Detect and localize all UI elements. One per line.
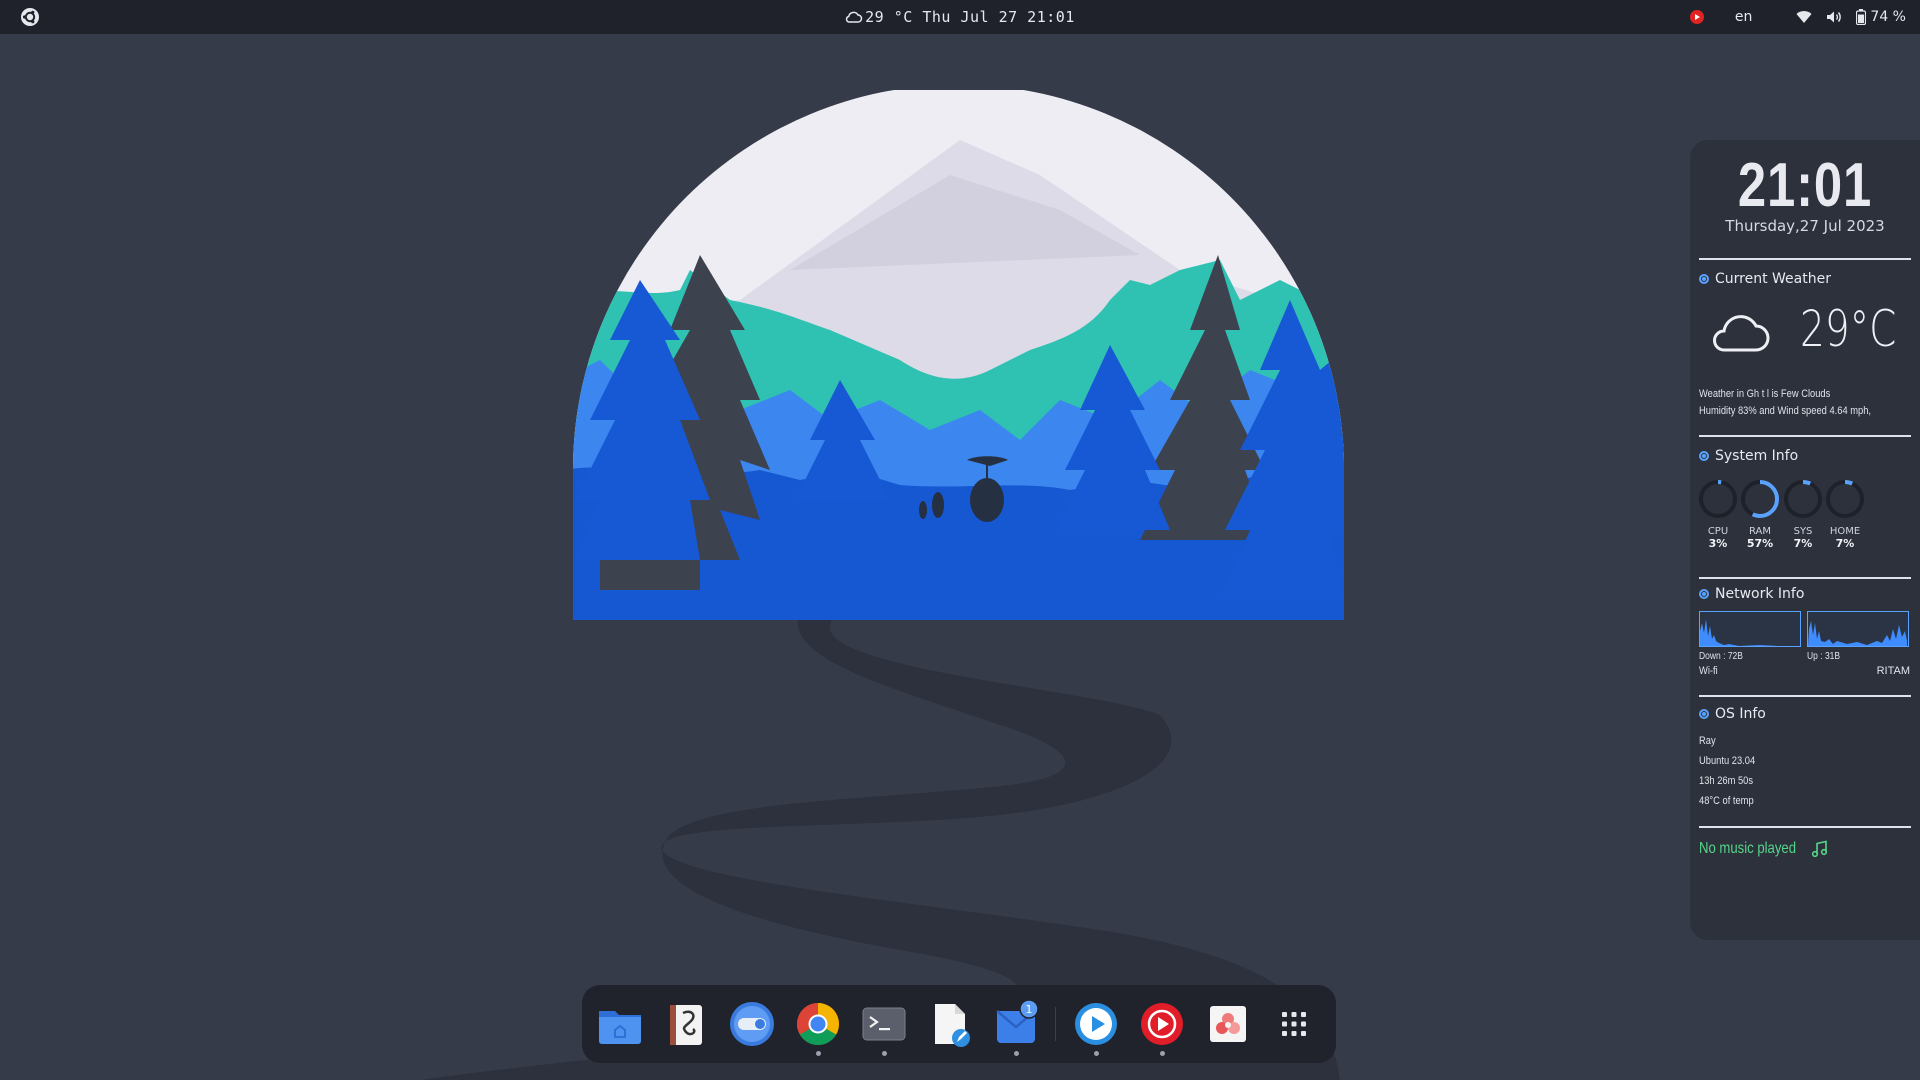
weather-humidity-wind: Humidity 83% and Wind speed 4.64 mph,	[1699, 405, 1872, 417]
ring-label: HOME	[1829, 526, 1861, 537]
chrome-browser-icon[interactable]	[793, 999, 843, 1049]
system-section-header: System Info	[1699, 448, 1798, 464]
divider	[1699, 826, 1911, 828]
download-graph	[1699, 611, 1801, 647]
bullet-icon	[1699, 274, 1709, 284]
notification-badge: 1	[1026, 1003, 1033, 1016]
ring-gauge	[1741, 480, 1779, 518]
application-dock: 1	[582, 985, 1336, 1063]
music-player-status[interactable]: No music played	[1699, 840, 1829, 858]
network-section-header: Network Info	[1699, 586, 1804, 602]
top-panel: 29 °C Thu Jul 27 21:01 en 74 %	[0, 0, 1920, 34]
running-indicator	[1094, 1051, 1099, 1056]
photo-app-icon[interactable]	[1203, 999, 1253, 1049]
usage-ring-home: HOME 7%	[1820, 478, 1870, 550]
terminal-icon[interactable]	[859, 999, 909, 1049]
bullet-icon	[1699, 589, 1709, 599]
os-user: Ray	[1699, 735, 1716, 747]
network-ssid: RITAM	[1876, 665, 1910, 677]
music-status-text: No music played	[1699, 840, 1796, 857]
os-title: OS Info	[1715, 706, 1766, 722]
running-indicator	[1014, 1051, 1019, 1056]
download-speed: Down : 72B	[1699, 651, 1743, 662]
dock-separator	[1055, 1007, 1056, 1041]
weather-title: Current Weather	[1715, 271, 1831, 287]
topbar-datetime: 29 °C Thu Jul 27 21:01	[865, 8, 1075, 26]
divider	[1699, 695, 1911, 697]
network-interface: Wi-fi	[1699, 665, 1718, 677]
upload-graph	[1807, 611, 1909, 647]
os-temperature: 48°C of temp	[1699, 795, 1754, 807]
running-indicator	[882, 1051, 887, 1056]
clock-weather-indicator[interactable]: 29 °C Thu Jul 27 21:01	[0, 0, 1920, 34]
weather-description: Weather in Gh t l is Few Clouds	[1699, 388, 1831, 400]
notes-app-icon[interactable]	[661, 999, 711, 1049]
youtube-music-icon[interactable]	[1137, 999, 1187, 1049]
network-title: Network Info	[1715, 586, 1805, 602]
upload-speed: Up : 31B	[1807, 651, 1841, 662]
wallpaper-forest-scene	[573, 90, 1344, 620]
bullet-icon	[1699, 451, 1709, 461]
language-indicator[interactable]: en	[1735, 9, 1753, 25]
ring-gauge	[1826, 480, 1864, 518]
divider	[1699, 577, 1911, 579]
show-apps-grid-icon[interactable]	[1269, 999, 1319, 1049]
cloud-icon	[1713, 315, 1770, 352]
media-player-icon[interactable]	[1071, 999, 1121, 1049]
music-note-icon	[1811, 840, 1828, 858]
os-section-header: OS Info	[1699, 706, 1766, 722]
weather-section-header: Current Weather	[1699, 271, 1831, 287]
settings-toggle-icon[interactable]	[727, 999, 777, 1049]
ring-gauge	[1784, 480, 1822, 518]
os-uptime: 13h 26m 50s	[1699, 775, 1754, 787]
widget-clock: 21:01	[1737, 151, 1873, 220]
ring-value: 7%	[1835, 537, 1855, 550]
running-indicator	[1160, 1051, 1165, 1056]
running-indicator	[816, 1051, 821, 1056]
divider	[1699, 258, 1911, 260]
wifi-icon[interactable]	[1796, 10, 1812, 24]
record-icon[interactable]	[1689, 9, 1705, 25]
system-title: System Info	[1715, 448, 1799, 464]
cloud-icon	[845, 11, 863, 23]
battery-icon	[1856, 9, 1867, 25]
battery-indicator[interactable]: 74 %	[1856, 9, 1906, 25]
ring-gauge	[1699, 480, 1737, 518]
bullet-icon	[1699, 709, 1709, 719]
system-widget-panel: 21:01 Thursday,27 Jul 2023 Current Weath…	[1690, 140, 1920, 940]
widget-date: Thursday,27 Jul 2023	[1725, 217, 1885, 235]
files-app-icon[interactable]	[595, 999, 645, 1049]
text-editor-icon[interactable]	[925, 999, 975, 1049]
divider	[1699, 435, 1911, 437]
weather-temperature: 29°C	[1800, 300, 1897, 358]
os-distro: Ubuntu 23.04	[1699, 755, 1756, 767]
volume-icon[interactable]	[1826, 10, 1842, 24]
mail-app-icon[interactable]: 1	[991, 999, 1041, 1049]
battery-percent: 74 %	[1870, 9, 1906, 25]
desktop-wallpaper	[420, 90, 1344, 1080]
